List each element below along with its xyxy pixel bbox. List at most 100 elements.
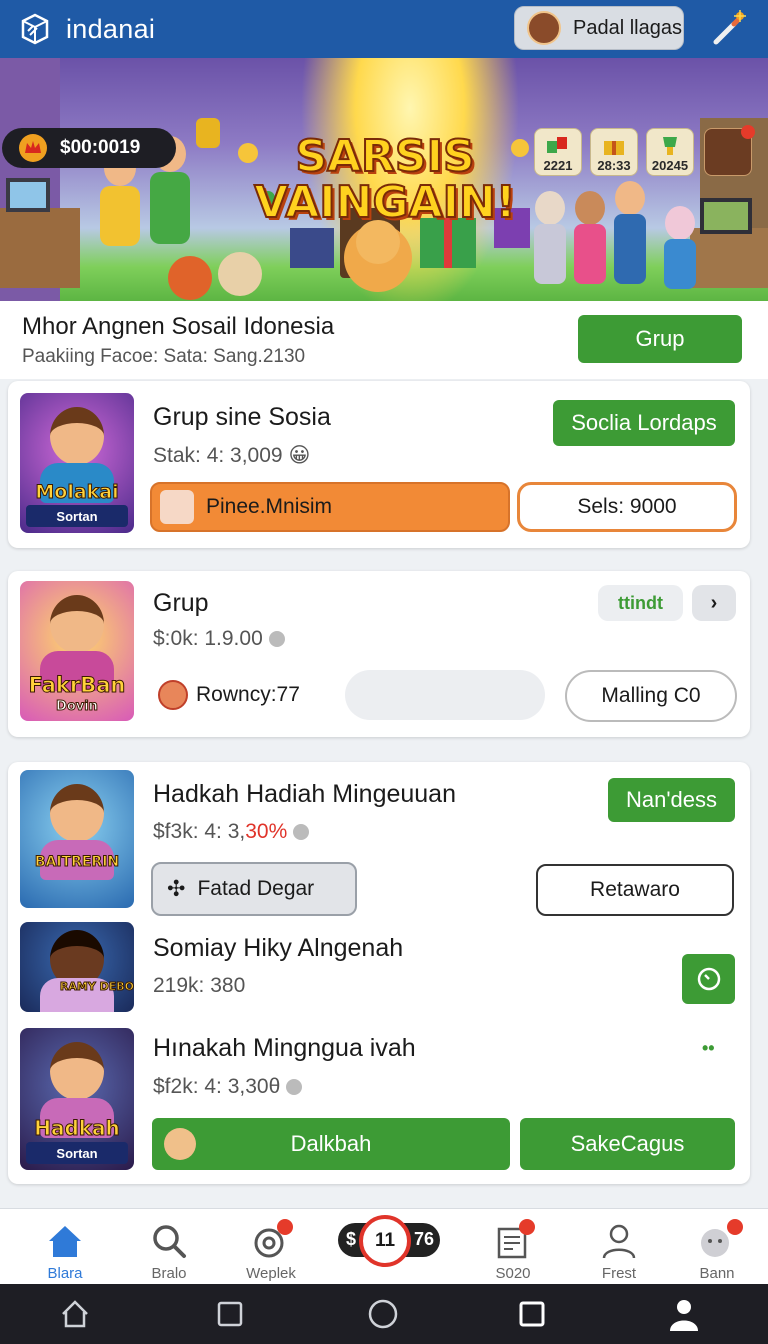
gift-icon: [604, 141, 624, 155]
nav-home[interactable]: Blara: [20, 1209, 110, 1285]
card-thumbnail[interactable]: BAITRERIN: [20, 770, 134, 908]
avatar-icon: [697, 1219, 743, 1261]
card-subtitle: Stak: 4: 3,009 😀: [153, 443, 310, 468]
user-profile-chip[interactable]: Padal llagas: [514, 6, 684, 50]
card-subtitle-text: $f3k: 4: 3,: [153, 820, 246, 843]
account-icon[interactable]: [666, 1296, 702, 1332]
pill-label: Fatad Degar: [197, 877, 315, 900]
sels-button[interactable]: Sels: 9000: [517, 482, 737, 532]
stat-tile-1[interactable]: 2221: [534, 128, 582, 176]
card-subtitle: 219k: 380: [153, 974, 246, 997]
notification-badge: [727, 1219, 743, 1235]
stat-value-1: 2221: [543, 158, 573, 173]
nav-list[interactable]: S020: [468, 1209, 558, 1285]
add-icon: [286, 1079, 303, 1096]
thumbnail-caption: FakrBan: [28, 673, 126, 698]
card-thumbnail[interactable]: Molakai Sortan: [20, 393, 134, 533]
nav-explore[interactable]: Weplek: [226, 1209, 316, 1285]
list-icon: [493, 1219, 535, 1261]
info-icon: [268, 631, 285, 648]
nandess-button[interactable]: Nan'dess: [608, 778, 735, 822]
fatad-degar-pill[interactable]: ✣ Fatad Degar: [151, 862, 357, 916]
section-title: Mhor Angnen Sosail Idonesia: [22, 313, 335, 340]
malling-button[interactable]: Malling C0: [565, 670, 737, 722]
hero-title-line2: VAINGAIN!: [253, 177, 517, 228]
thumbnail-subcaption: Sortan: [26, 1142, 128, 1164]
avatar-face: [50, 407, 104, 465]
pinee-mnisim-pill[interactable]: Pinee.Mnisim: [150, 482, 510, 532]
next-arrow-button[interactable]: ›: [692, 585, 736, 621]
square-icon[interactable]: [514, 1296, 550, 1332]
empty-progress-field[interactable]: [345, 670, 545, 720]
explore-icon: [251, 1219, 293, 1261]
avatar-face: [50, 1042, 104, 1100]
crown-icon: [19, 134, 47, 162]
app-logo-icon[interactable]: [18, 12, 52, 46]
user-name: Padal llagas: [573, 16, 682, 39]
card-subtitle-text: $f2k: 4: 3,30θ: [153, 1075, 281, 1098]
hero-profile-avatar[interactable]: [704, 125, 755, 176]
group-card-2[interactable]: FakrBan Dovin Grup $:0k: 1.9.00 ttindt ›…: [8, 571, 750, 737]
pill-label: Pinee.Mnisim: [206, 495, 333, 518]
stat-value-3: 20245: [651, 158, 689, 173]
notification-dot: [741, 125, 755, 139]
nav-search[interactable]: Bralo: [124, 1209, 214, 1285]
stat-tile-2[interactable]: 28:33: [590, 128, 638, 176]
card-subtitle: $f3k: 4: 3,30%: [153, 820, 310, 844]
recents-icon[interactable]: [212, 1296, 248, 1332]
group-card-3: BAITRERIN Hadkah Hadiah Mingeuuan $f3k: …: [8, 762, 750, 1184]
trophy-icon: [663, 137, 677, 155]
retawaro-button[interactable]: Retawaro: [536, 864, 734, 916]
nav-label: Blara: [47, 1265, 83, 1282]
coin-balance-value: $00:0019: [60, 137, 141, 158]
clock-button[interactable]: [682, 954, 735, 1004]
group-card-1[interactable]: Molakai Sortan Grup sine Sosia Stak: 4: …: [8, 381, 750, 548]
coin-balance-badge[interactable]: $00:0019: [2, 128, 176, 168]
status-tag[interactable]: ttindt: [598, 585, 683, 621]
bottom-navigation: Blara Bralo Weplek $ 76 11 S020 Frest Ba…: [0, 1208, 768, 1284]
card-thumbnail[interactable]: Hadkah Sortan: [20, 1028, 134, 1170]
thumbnail-caption: Hadkah: [34, 1116, 121, 1141]
promo-hero-banner[interactable]: $00:0019 SARSIS VAINGAIN! 2221 28:33 202…: [0, 58, 768, 301]
stat-tile-3[interactable]: 20245: [646, 128, 694, 176]
card-subtitle-highlight: 30%: [245, 820, 288, 843]
home-circle-icon[interactable]: [365, 1296, 401, 1332]
button-label: Dalkbah: [290, 1131, 372, 1156]
thumbnail-caption: Molakai: [35, 481, 119, 504]
thumbnail-caption: RAMY DEBOC: [59, 980, 134, 994]
smile-emoji-icon: 😀: [288, 444, 311, 467]
nav-label: Frest: [601, 1265, 637, 1282]
card-thumbnail[interactable]: RAMY DEBOC: [20, 922, 134, 1012]
app-title: indanai: [66, 13, 156, 44]
socia-lordaps-button[interactable]: Soclia Lordaps: [553, 400, 735, 446]
grup-button[interactable]: Grup: [578, 315, 742, 363]
center-action-button[interactable]: 11: [359, 1215, 411, 1267]
sakecagus-button[interactable]: SakeCagus: [520, 1118, 735, 1170]
avatar-face: [50, 595, 104, 653]
gems-icon: [547, 137, 567, 153]
avatar-small-icon: [158, 680, 188, 710]
clock-icon: [697, 967, 720, 991]
dalkbah-button[interactable]: Dalkbah: [152, 1118, 510, 1170]
stat-value-2: 28:33: [597, 158, 631, 173]
nav-account[interactable]: Bann: [672, 1209, 762, 1285]
more-options-icon[interactable]: ••: [702, 1038, 715, 1059]
section-subtitle: Paakiing Facoe: Sata: Sang.2130: [22, 346, 306, 367]
card-thumbnail[interactable]: FakrBan Dovin: [20, 581, 134, 721]
home-icon[interactable]: [57, 1296, 93, 1332]
nav-label: Weplek: [246, 1265, 296, 1282]
magic-wand-icon[interactable]: [706, 8, 750, 48]
home-icon: [49, 1226, 81, 1257]
card-title: Hınakah Mingngua ivah: [153, 1034, 416, 1062]
rowncy-pill[interactable]: Rowncy:77: [150, 670, 325, 720]
hero-title-line1: SARSIS: [294, 131, 475, 182]
avatar-face: [50, 784, 104, 842]
nav-label: S020: [495, 1265, 531, 1282]
nav-profile[interactable]: Frest: [574, 1209, 664, 1285]
puzzle-icon: ✣: [167, 876, 186, 901]
card-subtitle: $:0k: 1.9.00: [153, 627, 285, 651]
notification-badge: [277, 1219, 293, 1235]
pill-label: Rowncy:77: [196, 683, 300, 706]
card-title: Grup: [153, 589, 209, 617]
card-subtitle: $f2k: 4: 3,30θ: [153, 1075, 303, 1099]
